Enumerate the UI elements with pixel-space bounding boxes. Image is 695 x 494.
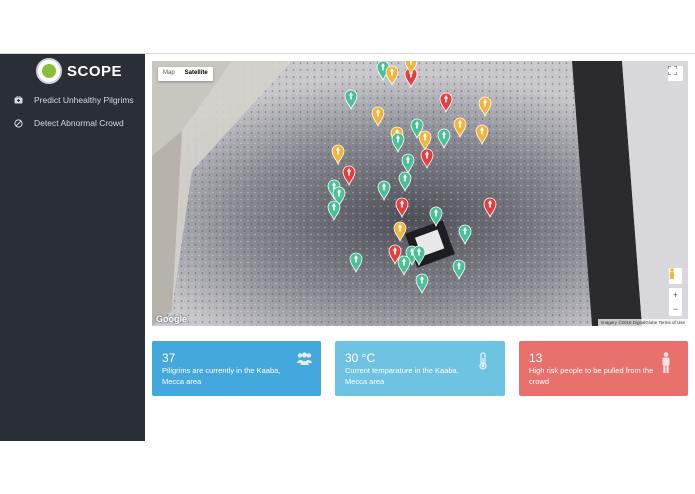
- card-value: 37: [162, 351, 176, 365]
- fullscreen-icon: [668, 66, 677, 75]
- sidebar-item-detect-abnormal-crowd[interactable]: Detect Abnormal Crowd: [0, 112, 145, 134]
- users-icon: [296, 352, 313, 365]
- sidebar: SCOPE Predict Unhealthy Pilgrims Detect …: [0, 54, 145, 441]
- map-type-satellite-button[interactable]: Satellite: [180, 67, 213, 81]
- zoom-in-button[interactable]: +: [669, 288, 682, 302]
- map-type-control: Map Satellite: [158, 67, 213, 81]
- pilgrims-count-card: 37 Piligrims are currently in the Kaaba,…: [152, 341, 321, 396]
- card-value: 30 °C: [345, 351, 376, 365]
- thermometer-icon: [479, 352, 487, 370]
- ban-icon: [12, 117, 24, 129]
- pegman-icon: [670, 268, 674, 279]
- brand-name: SCOPE: [67, 62, 123, 80]
- map-type-map-button[interactable]: Map: [158, 67, 180, 81]
- sidebar-item-predict-unhealthy-pilgrims[interactable]: Predict Unhealthy Pilgrims: [0, 89, 145, 111]
- google-logo: Google: [156, 314, 187, 324]
- temperature-card: 30 °C Current temparature in the Kaaba, …: [335, 341, 505, 396]
- map-attribution[interactable]: Imagery ©2018 DigitalGlobe Terms of Use: [597, 319, 688, 326]
- fullscreen-button[interactable]: [668, 66, 683, 81]
- zoom-control: + −: [669, 288, 682, 316]
- sidebar-item-label: Predict Unhealthy Pilgrims: [34, 95, 134, 105]
- card-text: High risk people to be pulled from the c…: [529, 366, 654, 386]
- scope-logo-icon: [36, 58, 62, 84]
- satellite-map[interactable]: Map Satellite + − Google Imagery ©2018 D…: [152, 61, 688, 326]
- person-icon: [662, 352, 670, 373]
- medkit-icon: [12, 94, 24, 106]
- street-view-button[interactable]: [669, 268, 682, 284]
- card-text: Piligrims are currently in the Kaaba, Me…: [162, 366, 281, 386]
- card-value: 13: [529, 351, 543, 365]
- sidebar-item-label: Detect Abnormal Crowd: [34, 118, 124, 128]
- brand[interactable]: SCOPE: [36, 57, 122, 85]
- map-imagery: [152, 61, 688, 326]
- card-text: Current temparature in the Kaaba, Mecca …: [345, 366, 459, 386]
- high-risk-card: 13 High risk people to be pulled from th…: [519, 341, 688, 396]
- zoom-out-button[interactable]: −: [669, 302, 682, 316]
